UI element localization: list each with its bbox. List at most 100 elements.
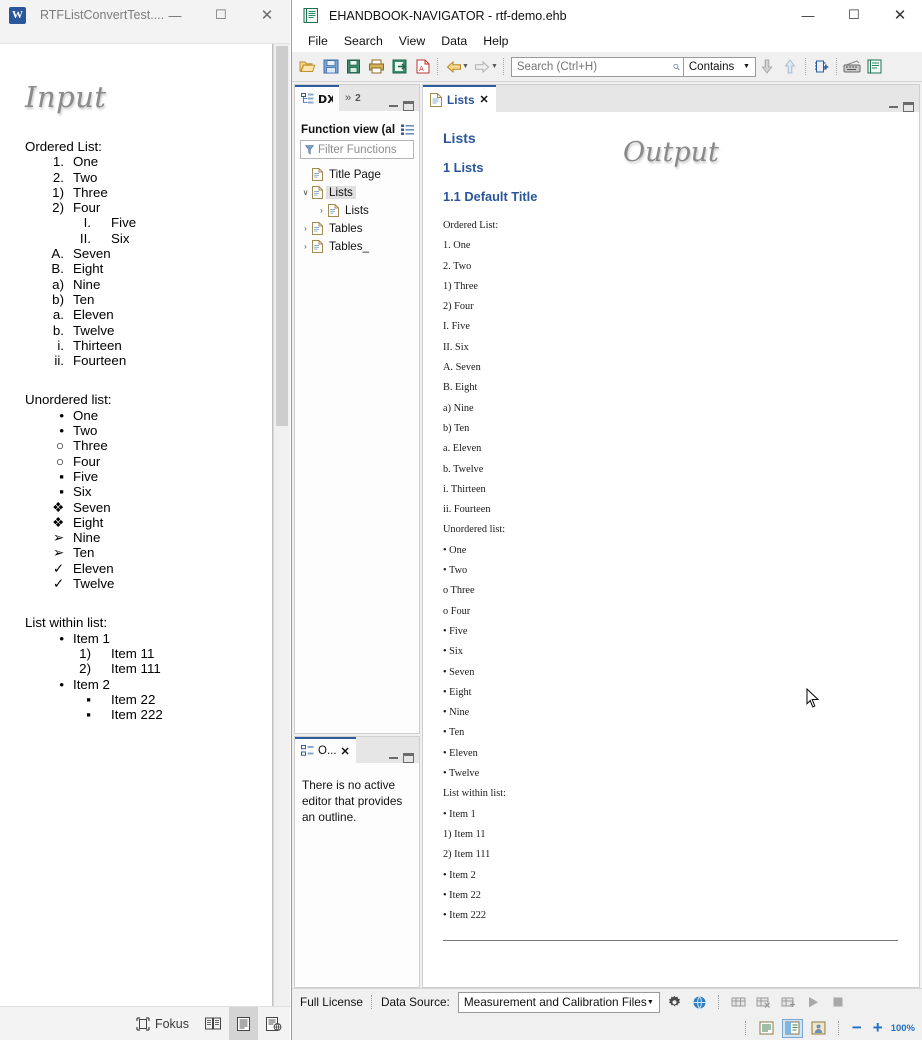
outline-maximize-button[interactable] [403,753,414,763]
data-source-dropdown[interactable]: Measurement and Calibration Files ▼ [458,992,660,1013]
forward-dropdown-button[interactable]: ▼ [491,63,498,70]
filter-functions-input[interactable]: Filter Functions [300,140,414,159]
search-box[interactable] [511,57,684,77]
split-view-button[interactable] [782,1019,803,1038]
tab-overflow[interactable]: » 2 [339,85,367,111]
tree-item-lists[interactable]: ›Lists [295,201,419,219]
back-dropdown-button[interactable]: ▼ [462,63,469,70]
output-line: b) Ten [443,423,897,443]
pdf-export-button[interactable]: A [411,55,434,79]
word-scrollbar-thumb[interactable] [276,46,288,426]
add-module-button[interactable] [810,55,833,79]
word-list-text: Five [111,215,136,230]
menu-file[interactable]: File [300,31,336,52]
editor-maximize-button[interactable] [903,102,914,112]
statusbar-separator [371,995,373,1009]
menu-search[interactable]: Search [336,31,391,52]
output-line: • Item 222 [443,910,897,930]
chevron-down-icon[interactable]: ∨ [299,188,312,197]
search-next-button[interactable] [756,55,779,79]
ehandbook-maximize-button[interactable]: ☐ [831,0,877,30]
ehandbook-logo-icon [303,7,320,24]
calibration-remove-button[interactable] [753,992,774,1013]
list-view-icon[interactable] [401,124,414,136]
open-folder-button[interactable] [296,55,319,79]
word-focus-button[interactable]: Fokus [128,1007,197,1040]
toolbar-separator [437,58,439,75]
chevron-right-icon[interactable]: › [315,206,328,215]
word-section-gap [25,368,272,376]
output-line: o Three [443,585,897,605]
match-mode-dropdown[interactable]: Contains ▼ [684,57,756,77]
ehandbook-window-title: EHANDBOOK-NAVIGATOR - rtf-demo.ehb [329,9,567,23]
tree-item-title-page[interactable]: Title Page [295,165,419,183]
word-close-button[interactable]: ✕ [244,0,290,30]
focus-icon [136,1017,150,1031]
tab-outline[interactable]: O... ✕ [295,737,356,763]
stop-button[interactable] [828,992,849,1013]
search-prev-button[interactable] [779,55,802,79]
word-web-layout-button[interactable] [258,1007,290,1040]
tab-function-view[interactable]: DX [295,85,339,111]
person-view-button[interactable] [808,1019,829,1038]
settings-button[interactable] [664,992,685,1013]
play-button[interactable] [803,992,824,1013]
statusbar-row-primary: Full License Data Source: Measurement an… [292,989,922,1015]
word-list-item: •Two [25,423,272,438]
chevron-right-icon[interactable]: › [299,242,312,251]
word-section-gap [25,376,272,384]
outline-tab-close-button[interactable]: ✕ [341,745,350,758]
menu-help[interactable]: Help [475,31,516,52]
ehandbook-close-button[interactable]: ✕ [877,0,922,30]
word-list-text: Four [73,200,100,215]
zoom-in-button[interactable]: + [870,1018,886,1038]
output-line: 1) Item 11 [443,829,897,849]
single-view-button[interactable] [756,1019,777,1038]
outline-minimize-button[interactable] [389,757,398,759]
chevron-right-icon[interactable]: › [299,224,312,233]
tree-item-tables[interactable]: ›Tables [295,219,419,237]
calibration-button[interactable] [728,992,749,1013]
zoom-level-label[interactable]: 100% [891,1024,915,1033]
split-view-icon [785,1021,800,1035]
output-line: • One [443,545,897,565]
save-button[interactable] [319,55,342,79]
word-maximize-button[interactable]: ☐ [198,0,244,30]
output-line: i. Thirteen [443,484,897,504]
word-list-marker: ▪ [65,707,91,722]
search-input[interactable] [515,58,673,76]
tab-lists[interactable]: Lists ✕ [423,85,496,112]
zoom-out-button[interactable]: − [849,1018,865,1038]
word-list-item: A.Seven [25,246,272,261]
web-layout-icon [266,1017,282,1031]
editor-tab-close-button[interactable]: ✕ [480,93,489,106]
word-list-text: Item 222 [111,707,163,722]
keyboard-button[interactable] [841,55,864,79]
save-all-button[interactable] [342,55,365,79]
word-list-marker: 1) [38,185,64,200]
menu-data[interactable]: Data [433,31,475,52]
editor-minimize-button[interactable] [889,106,898,108]
menu-view[interactable]: View [391,31,433,52]
word-window: W RTFListConvertTest.... — ☐ ✕ Input Ord… [0,0,290,1040]
globe-button[interactable] [689,992,710,1013]
tree-item-lists[interactable]: ∨Lists [295,183,419,201]
word-minimize-button[interactable]: — [152,0,198,30]
calibration-add-button[interactable] [778,992,799,1013]
word-list-marker: • [38,631,64,646]
word-list-marker: b) [38,292,64,307]
export-button[interactable] [388,55,411,79]
word-scrollbar[interactable] [274,44,290,1006]
function-view-minimize-button[interactable] [389,105,398,107]
word-list-text: Three [73,185,108,200]
statusbar-separator-3 [745,1021,747,1035]
word-read-mode-button[interactable] [197,1007,229,1040]
search-icon [673,61,680,73]
word-print-layout-button[interactable] [229,1007,258,1040]
book-window-button[interactable] [864,55,887,79]
tree-item-tables-[interactable]: ›Tables_ [295,237,419,255]
word-list-marker: 2) [65,661,91,676]
function-view-maximize-button[interactable] [403,101,414,111]
print-button[interactable] [365,55,388,79]
ehandbook-minimize-button[interactable]: — [785,0,831,30]
